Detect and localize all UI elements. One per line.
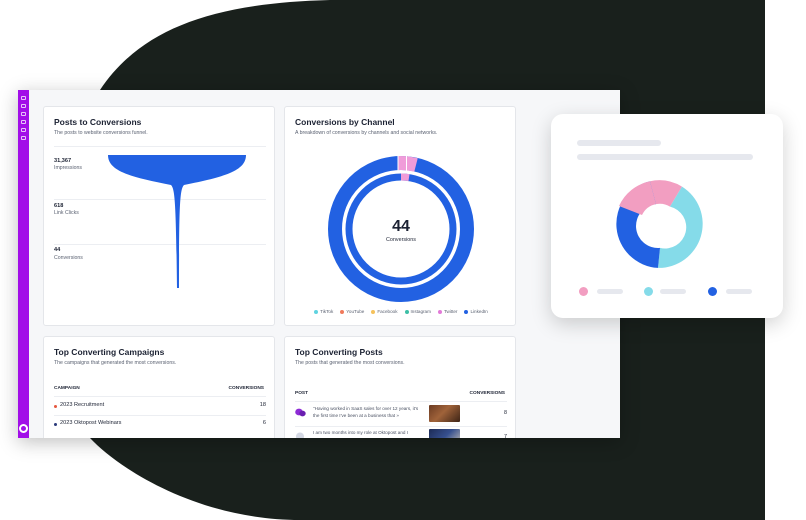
campaign-name: 2023 Oktopost Webinars	[60, 420, 122, 426]
home-icon[interactable]	[21, 104, 26, 108]
legend-label: TikTok	[320, 309, 334, 314]
legend-item-youtube[interactable]: YouTube	[340, 309, 364, 314]
conversions-value: 44	[54, 247, 61, 253]
analytics-icon[interactable]	[21, 128, 26, 132]
card-title: Top Converting Campaigns	[54, 347, 165, 357]
funnel-shape	[108, 155, 246, 288]
column-header-post: POST	[295, 391, 309, 396]
card-subtitle: A breakdown of conversions by channels a…	[295, 130, 438, 136]
column-header-conversions: CONVERSIONS	[469, 391, 505, 396]
dashboard-window: Posts to Conversions The posts to websit…	[18, 90, 620, 438]
compose-icon[interactable]	[21, 112, 26, 116]
table-row[interactable]: 2023 Recruitment 18	[54, 399, 266, 415]
legend-dot	[404, 309, 409, 314]
card-subtitle: The posts that generated the most conver…	[295, 360, 405, 366]
legend-dot	[464, 309, 469, 314]
post-conversions: 7	[504, 434, 507, 438]
table-row[interactable]: 2023 Oktopost Webinars 6	[54, 417, 266, 433]
calendar-icon[interactable]	[21, 120, 26, 124]
column-header-campaign: CAMPAIGN	[54, 386, 80, 391]
chat-bubbles-icon	[295, 408, 306, 417]
legend-item-tiktok[interactable]: TikTok	[314, 309, 333, 314]
legend-dot	[371, 309, 376, 314]
legend-label: YouTube	[346, 309, 365, 314]
campaign-color-dot	[54, 423, 57, 426]
card-subtitle: The posts to website conversions funnel.	[54, 130, 148, 136]
campaign-name: 2023 Recruitment	[60, 402, 105, 408]
floating-chart-card	[551, 114, 783, 318]
title-placeholder	[577, 140, 661, 146]
total-conversions-value: 44	[392, 218, 410, 235]
post-thumbnail-image	[429, 429, 460, 438]
conversions-label: Conversions	[54, 255, 83, 261]
menu-icon[interactable]	[21, 96, 26, 100]
link-clicks-label: Link Clicks	[54, 210, 79, 216]
post-conversions: 8	[504, 410, 507, 416]
divider	[54, 146, 266, 147]
link-clicks-value: 618	[54, 203, 64, 209]
legend-dot	[314, 309, 319, 314]
post-text: "Having worked in SaaS sales for over 12…	[313, 406, 419, 418]
impressions-value: 31,367	[54, 158, 72, 164]
legend-item-linkedin[interactable]: LinkedIn	[464, 309, 488, 314]
divider	[295, 426, 507, 427]
conversions-by-channel-card: Conversions by Channel A breakdown of co…	[284, 106, 516, 326]
funnel-chart	[108, 155, 246, 288]
post-text: I am two months into my role at Oktopost…	[313, 430, 408, 435]
legend-item-instagram[interactable]: Instagram	[404, 309, 431, 314]
sidebar	[18, 90, 29, 438]
avatar	[296, 432, 304, 438]
donut-inner-segment-pink	[400, 173, 410, 182]
campaign-color-dot	[54, 405, 57, 408]
top-converting-campaigns-card: Top Converting Campaigns The campaigns t…	[43, 336, 275, 438]
card-subtitle: The campaigns that generated the most co…	[54, 360, 177, 366]
legend-dot-blue	[708, 287, 717, 296]
legend-dot-cyan	[644, 287, 653, 296]
chart-legend: TikTok YouTube Facebook Instagram Twitte…	[285, 309, 515, 314]
legend-placeholder	[660, 289, 686, 294]
legend-label: LinkedIn	[470, 309, 488, 314]
legend-placeholder	[597, 289, 623, 294]
legend-dot	[340, 309, 345, 314]
table-row[interactable]: "Having worked in SaaS sales for over 12…	[295, 404, 507, 426]
legend-item-twitter[interactable]: Twitter	[437, 309, 458, 314]
legend-label: Instagram	[410, 309, 431, 314]
post-thumbnail-image	[429, 405, 460, 422]
legend-dot-pink	[579, 287, 588, 296]
legend-placeholder	[726, 289, 752, 294]
posts-to-conversions-card: Posts to Conversions The posts to websit…	[43, 106, 275, 326]
card-title: Posts to Conversions	[54, 117, 142, 127]
campaign-conversions: 6	[262, 420, 266, 426]
settings-icon[interactable]	[19, 424, 28, 433]
users-icon[interactable]	[21, 136, 26, 140]
card-title: Conversions by Channel	[295, 117, 395, 127]
divider	[54, 396, 266, 397]
total-conversions-label: Conversions	[386, 237, 416, 243]
campaign-conversions: 18	[259, 402, 266, 408]
top-converting-posts-card: Top Converting Posts The posts that gene…	[284, 336, 516, 438]
legend-label: Facebook	[377, 309, 398, 314]
table-row[interactable]: I am two months into my role at Oktopost…	[295, 428, 507, 438]
subtitle-placeholder	[577, 154, 753, 160]
legend-dot	[437, 309, 442, 314]
mini-donut-chart	[616, 180, 703, 268]
legend-label: Twitter	[443, 309, 458, 314]
marketing-illustration: Posts to Conversions The posts to websit…	[0, 0, 806, 520]
impressions-label: Impressions	[54, 165, 82, 171]
column-header-conversions: CONVERSIONS	[228, 386, 264, 391]
card-title: Top Converting Posts	[295, 347, 383, 357]
divider	[54, 415, 266, 416]
legend-item-facebook[interactable]: Facebook	[371, 309, 398, 314]
divider	[295, 401, 507, 402]
